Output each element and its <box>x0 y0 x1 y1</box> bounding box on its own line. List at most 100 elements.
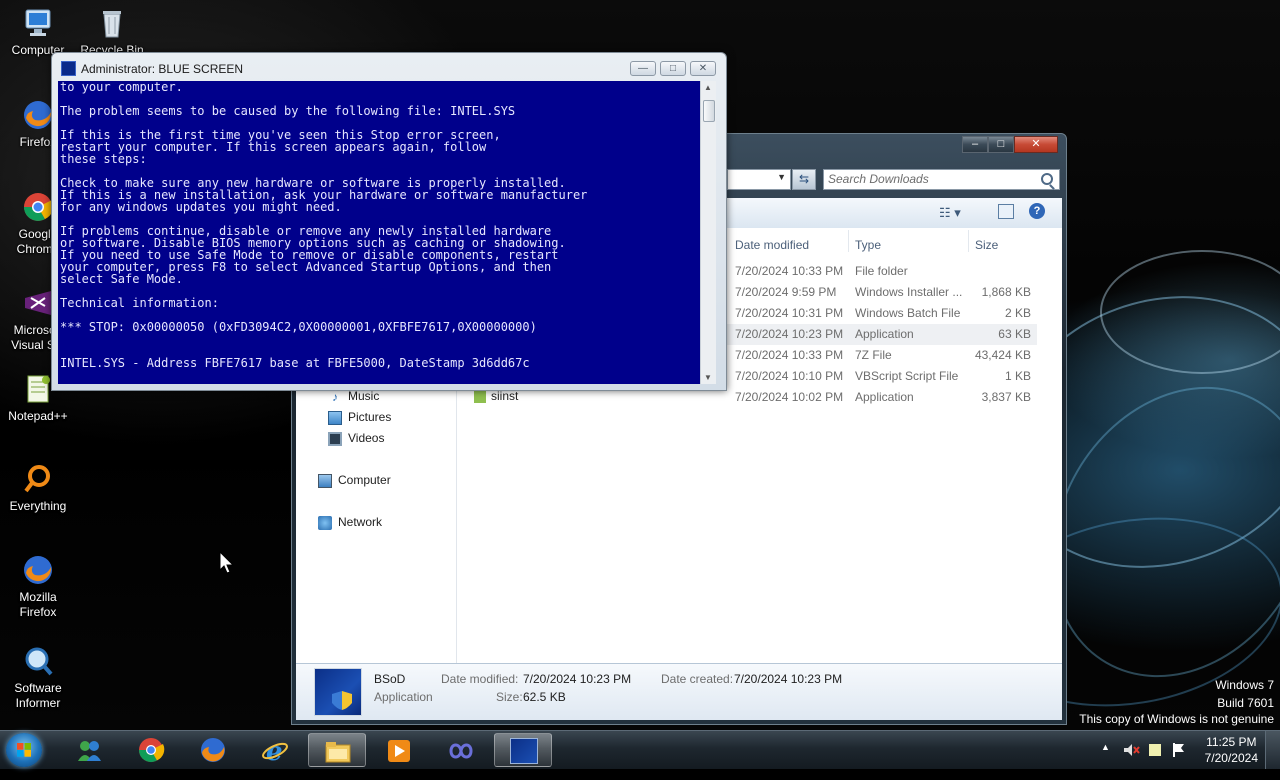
pictures-library-icon <box>328 410 342 425</box>
nav-item-pictures[interactable]: Pictures <box>328 407 391 427</box>
explorer-folder-icon <box>325 742 351 763</box>
file-row[interactable]: 7/20/2024 10:02 PM Application 3,837 KB <box>727 387 1037 408</box>
column-header-date-modified[interactable]: Date modified <box>735 234 809 256</box>
taskbar-explorer[interactable] <box>308 733 366 767</box>
file-size: 1,868 KB <box>981 285 1031 299</box>
desktop-icon-mozilla-firefox[interactable]: Mozilla Firefox <box>0 553 76 620</box>
nav-item-computer[interactable]: Computer <box>318 470 391 490</box>
file-size: 63 KB <box>998 327 1031 341</box>
file-date: 7/20/2024 10:10 PM <box>735 369 844 383</box>
taskbar-chrome[interactable] <box>122 733 180 767</box>
console-text: to your computer. The problem seems to b… <box>60 81 588 370</box>
nav-item-videos[interactable]: Videos <box>328 428 384 448</box>
network-icon <box>318 515 332 530</box>
search-placeholder: Search Downloads <box>828 172 929 186</box>
minimize-button[interactable]: – <box>962 136 988 153</box>
file-row[interactable]: 7/20/2024 10:33 PM File folder <box>727 261 1037 282</box>
desktop-icon-everything[interactable]: Everything <box>0 462 76 514</box>
file-row-selected[interactable]: 7/20/2024 10:23 PM Application 63 KB <box>727 324 1037 345</box>
taskbar-firefox[interactable] <box>184 733 242 767</box>
desktop-icon-software-informer[interactable]: Software Informer <box>0 644 76 711</box>
close-button[interactable]: ✕ <box>690 61 716 76</box>
internet-explorer-icon: e <box>262 737 288 763</box>
address-bar[interactable]: ▼ <box>727 169 791 190</box>
nav-item-network[interactable]: Network <box>318 512 382 532</box>
details-size: 62.5 KB <box>523 690 566 704</box>
nav-item-label: Pictures <box>348 410 392 424</box>
windows-build-watermark: Build 7601 <box>1217 696 1274 710</box>
file-row[interactable]: 7/20/2024 9:59 PM Windows Installer ... … <box>727 282 1037 303</box>
details-size-label: Size: <box>496 690 523 704</box>
column-separator <box>968 230 969 252</box>
mouse-cursor-icon <box>219 551 235 574</box>
taskbar-cmd-bluescreen[interactable] <box>494 733 552 767</box>
scroll-down-arrow-icon[interactable]: ▼ <box>704 373 712 382</box>
taskbar: e ▲ 11:25 PM 7/20/2024 <box>0 730 1280 769</box>
file-size: 2 KB <box>1004 306 1031 320</box>
software-informer-icon <box>21 644 55 678</box>
scroll-up-arrow-icon[interactable]: ▲ <box>704 83 712 92</box>
start-button[interactable] <box>6 733 42 767</box>
help-icon[interactable]: ? <box>1029 203 1045 219</box>
file-row[interactable]: 7/20/2024 10:31 PM Windows Batch File 2 … <box>727 303 1037 324</box>
show-hidden-icons-arrow-icon[interactable]: ▲ <box>1101 742 1110 780</box>
taskbar-internet-explorer[interactable]: e <box>246 733 304 767</box>
notepad-plus-plus-icon <box>21 372 55 406</box>
desktop-icon-computer[interactable]: Computer <box>0 6 76 58</box>
explorer-caption-buttons: – □ ✕ <box>962 136 1058 153</box>
details-date-created-label: Date created: <box>661 672 734 686</box>
file-type: Windows Installer ... <box>855 285 963 299</box>
minimize-button[interactable]: — <box>630 61 656 76</box>
desktop-icon-label: Notepad++ <box>8 409 68 423</box>
file-row[interactable]: 7/20/2024 10:33 PM 7Z File 43,424 KB <box>727 345 1037 366</box>
windows-version-watermark: Windows 7 <box>1215 678 1274 692</box>
firefox-icon <box>21 98 55 132</box>
view-options-icon[interactable]: ☷ ▾ <box>939 205 961 221</box>
everything-search-icon <box>21 462 55 496</box>
search-icon[interactable] <box>1041 173 1053 185</box>
details-file-kind: Application <box>374 690 433 704</box>
maximize-button[interactable]: □ <box>660 61 686 76</box>
file-date: 7/20/2024 10:33 PM <box>735 348 844 362</box>
file-date: 7/20/2024 10:02 PM <box>735 390 844 404</box>
file-type: Application <box>855 390 914 404</box>
column-header-type[interactable]: Type <box>855 234 881 256</box>
cmd-window-title: Administrator: BLUE SCREEN <box>81 62 244 76</box>
system-clock[interactable]: 11:25 PM 7/20/2024 <box>1205 734 1258 766</box>
chrome-icon <box>21 190 55 224</box>
chevron-down-icon[interactable]: ▼ <box>777 172 786 182</box>
file-type: VBScript Script File <box>855 369 959 383</box>
search-input[interactable]: Search Downloads <box>823 169 1060 190</box>
preview-pane-icon[interactable] <box>998 204 1014 219</box>
cmd-window[interactable]: Administrator: BLUE SCREEN — □ ✕ to your… <box>51 52 727 391</box>
taskbar-messenger[interactable] <box>60 733 118 767</box>
computer-icon <box>318 473 332 488</box>
file-row[interactable]: 7/20/2024 10:10 PM VBScript Script File … <box>727 366 1037 387</box>
show-desktop-button[interactable] <box>1265 731 1280 769</box>
vertical-scrollbar[interactable]: ▲ ▼ <box>700 81 716 384</box>
desktop-icon-recycle-bin[interactable]: Recycle Bin <box>74 6 150 58</box>
details-pane: BSoD Application Date modified: 7/20/202… <box>296 663 1062 720</box>
maximize-button[interactable]: □ <box>988 136 1014 153</box>
action-center-flag-icon[interactable] <box>1146 741 1164 779</box>
file-type: Windows Batch File <box>855 306 961 320</box>
details-file-name: BSoD <box>374 672 406 686</box>
column-header-size[interactable]: Size <box>975 234 998 256</box>
file-date: 7/20/2024 10:33 PM <box>735 264 844 278</box>
details-date-modified-label: Date modified: <box>441 672 519 686</box>
nav-item-label: Network <box>338 515 383 529</box>
taskbar-infinity-app[interactable] <box>432 733 490 767</box>
taskbar-media-player[interactable] <box>370 733 428 767</box>
scrollbar-thumb[interactable] <box>703 100 715 122</box>
network-flag-icon[interactable] <box>1170 741 1188 779</box>
windows-genuine-watermark: This copy of Windows is not genuine <box>1079 712 1274 726</box>
file-date: 7/20/2024 10:31 PM <box>735 306 844 320</box>
console-output[interactable]: to your computer. The problem seems to b… <box>58 81 700 384</box>
computer-icon <box>21 6 55 40</box>
details-date-modified: 7/20/2024 10:23 PM <box>523 672 632 686</box>
close-button[interactable]: ✕ <box>1014 136 1058 153</box>
file-date: 7/20/2024 10:23 PM <box>735 327 844 341</box>
speaker-muted-icon[interactable] <box>1122 741 1140 779</box>
application-thumbnail-icon <box>314 668 362 716</box>
refresh-button[interactable]: ⇆ <box>792 169 816 190</box>
